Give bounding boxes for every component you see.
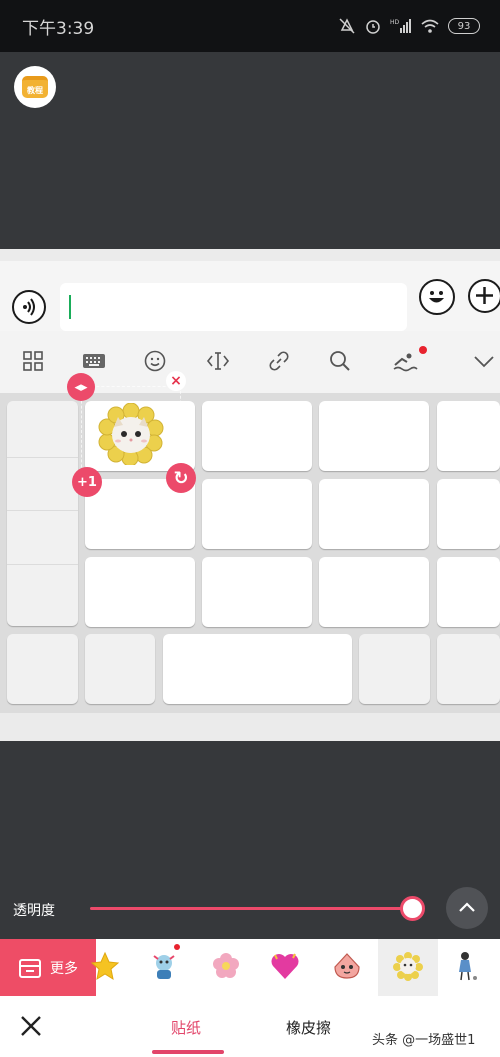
new-sticker-dot [174, 944, 180, 950]
key[interactable] [437, 557, 500, 627]
key[interactable] [359, 634, 430, 704]
grid-icon[interactable] [21, 349, 47, 375]
svg-text:HD: HD [390, 19, 400, 26]
chevron-up-icon [459, 902, 475, 912]
mirror-sticker-button[interactable]: ◂▸ [67, 373, 95, 401]
notification-dot [419, 346, 427, 354]
swimmer-icon[interactable] [392, 349, 418, 375]
wifi-icon [420, 17, 440, 35]
status-time: 下午3:39 [22, 19, 95, 39]
bird-sticker[interactable] [330, 949, 364, 983]
key-divider [7, 564, 78, 565]
side-key-column[interactable] [7, 401, 78, 626]
cursor-move-icon[interactable] [205, 349, 231, 375]
girl-sticker[interactable] [449, 949, 483, 983]
status-bar: 下午3:39 HD 93 [0, 0, 500, 52]
voice-input-button[interactable] [12, 290, 46, 324]
character-sticker[interactable] [147, 949, 181, 983]
space-key[interactable] [163, 634, 352, 704]
text-cursor [69, 295, 71, 319]
heart-sticker[interactable] [268, 949, 302, 983]
smiley-icon[interactable] [143, 349, 169, 375]
rotate-sticker-button[interactable]: ↻ [166, 463, 196, 493]
mute-alarm-icon [338, 17, 356, 35]
opacity-slider-thumb[interactable] [400, 896, 425, 921]
key-divider [7, 510, 78, 511]
flower-sticker[interactable] [209, 949, 243, 983]
duplicate-sticker-button[interactable]: +1 [72, 467, 102, 497]
star-sticker[interactable] [88, 949, 122, 983]
key[interactable] [7, 634, 78, 704]
close-icon: × [170, 373, 182, 389]
opacity-label: 透明度 [13, 903, 55, 919]
key[interactable] [202, 557, 312, 627]
alarm-clock-icon [364, 17, 382, 35]
status-icons: HD 93 [338, 12, 480, 40]
tab-sticker[interactable]: 贴纸 [171, 1017, 201, 1038]
plus-one-label: +1 [77, 474, 97, 490]
cat-flower-sticker-thumb[interactable] [391, 949, 425, 983]
tutorial-badge[interactable]: 教程 [14, 66, 56, 108]
delete-sticker-button[interactable]: × [166, 371, 186, 391]
key[interactable] [85, 557, 195, 627]
key-divider [7, 457, 78, 458]
opacity-slider-track[interactable] [90, 907, 412, 910]
key[interactable] [437, 401, 500, 471]
link-icon[interactable] [267, 349, 293, 375]
key[interactable] [202, 401, 312, 471]
message-input[interactable] [60, 283, 407, 331]
collapse-button[interactable] [446, 887, 488, 929]
add-button[interactable] [468, 279, 500, 313]
more-stickers-button[interactable]: 更多 [0, 939, 96, 996]
close-icon [21, 1016, 41, 1036]
emoji-button[interactable] [419, 279, 455, 315]
key[interactable] [437, 634, 500, 704]
chevron-down-icon[interactable] [471, 349, 497, 375]
key[interactable] [202, 479, 312, 549]
close-button[interactable] [18, 1013, 44, 1039]
rotate-icon: ↻ [173, 467, 189, 489]
keyboard-icon[interactable] [81, 349, 107, 375]
plus-icon [476, 287, 493, 304]
more-label: 更多 [50, 960, 78, 977]
battery-indicator: 93 [448, 18, 480, 34]
smiley-face-icon [429, 291, 444, 303]
key[interactable] [319, 479, 429, 549]
mirror-icon: ◂▸ [74, 379, 88, 395]
search-icon[interactable] [328, 349, 354, 375]
tutorial-label: 教程 [22, 76, 48, 98]
active-tab-indicator [152, 1050, 224, 1054]
shop-icon [19, 958, 41, 978]
key[interactable] [319, 401, 429, 471]
cellular-signal-icon: HD [390, 17, 412, 35]
key[interactable] [437, 479, 500, 549]
tab-eraser[interactable]: 橡皮擦 [286, 1017, 331, 1038]
watermark: 头条 @一场盛世1 [372, 1033, 476, 1048]
cat-flower-sticker[interactable] [98, 402, 164, 467]
voice-icon [23, 298, 35, 316]
key[interactable] [85, 634, 155, 704]
key[interactable] [319, 557, 429, 627]
